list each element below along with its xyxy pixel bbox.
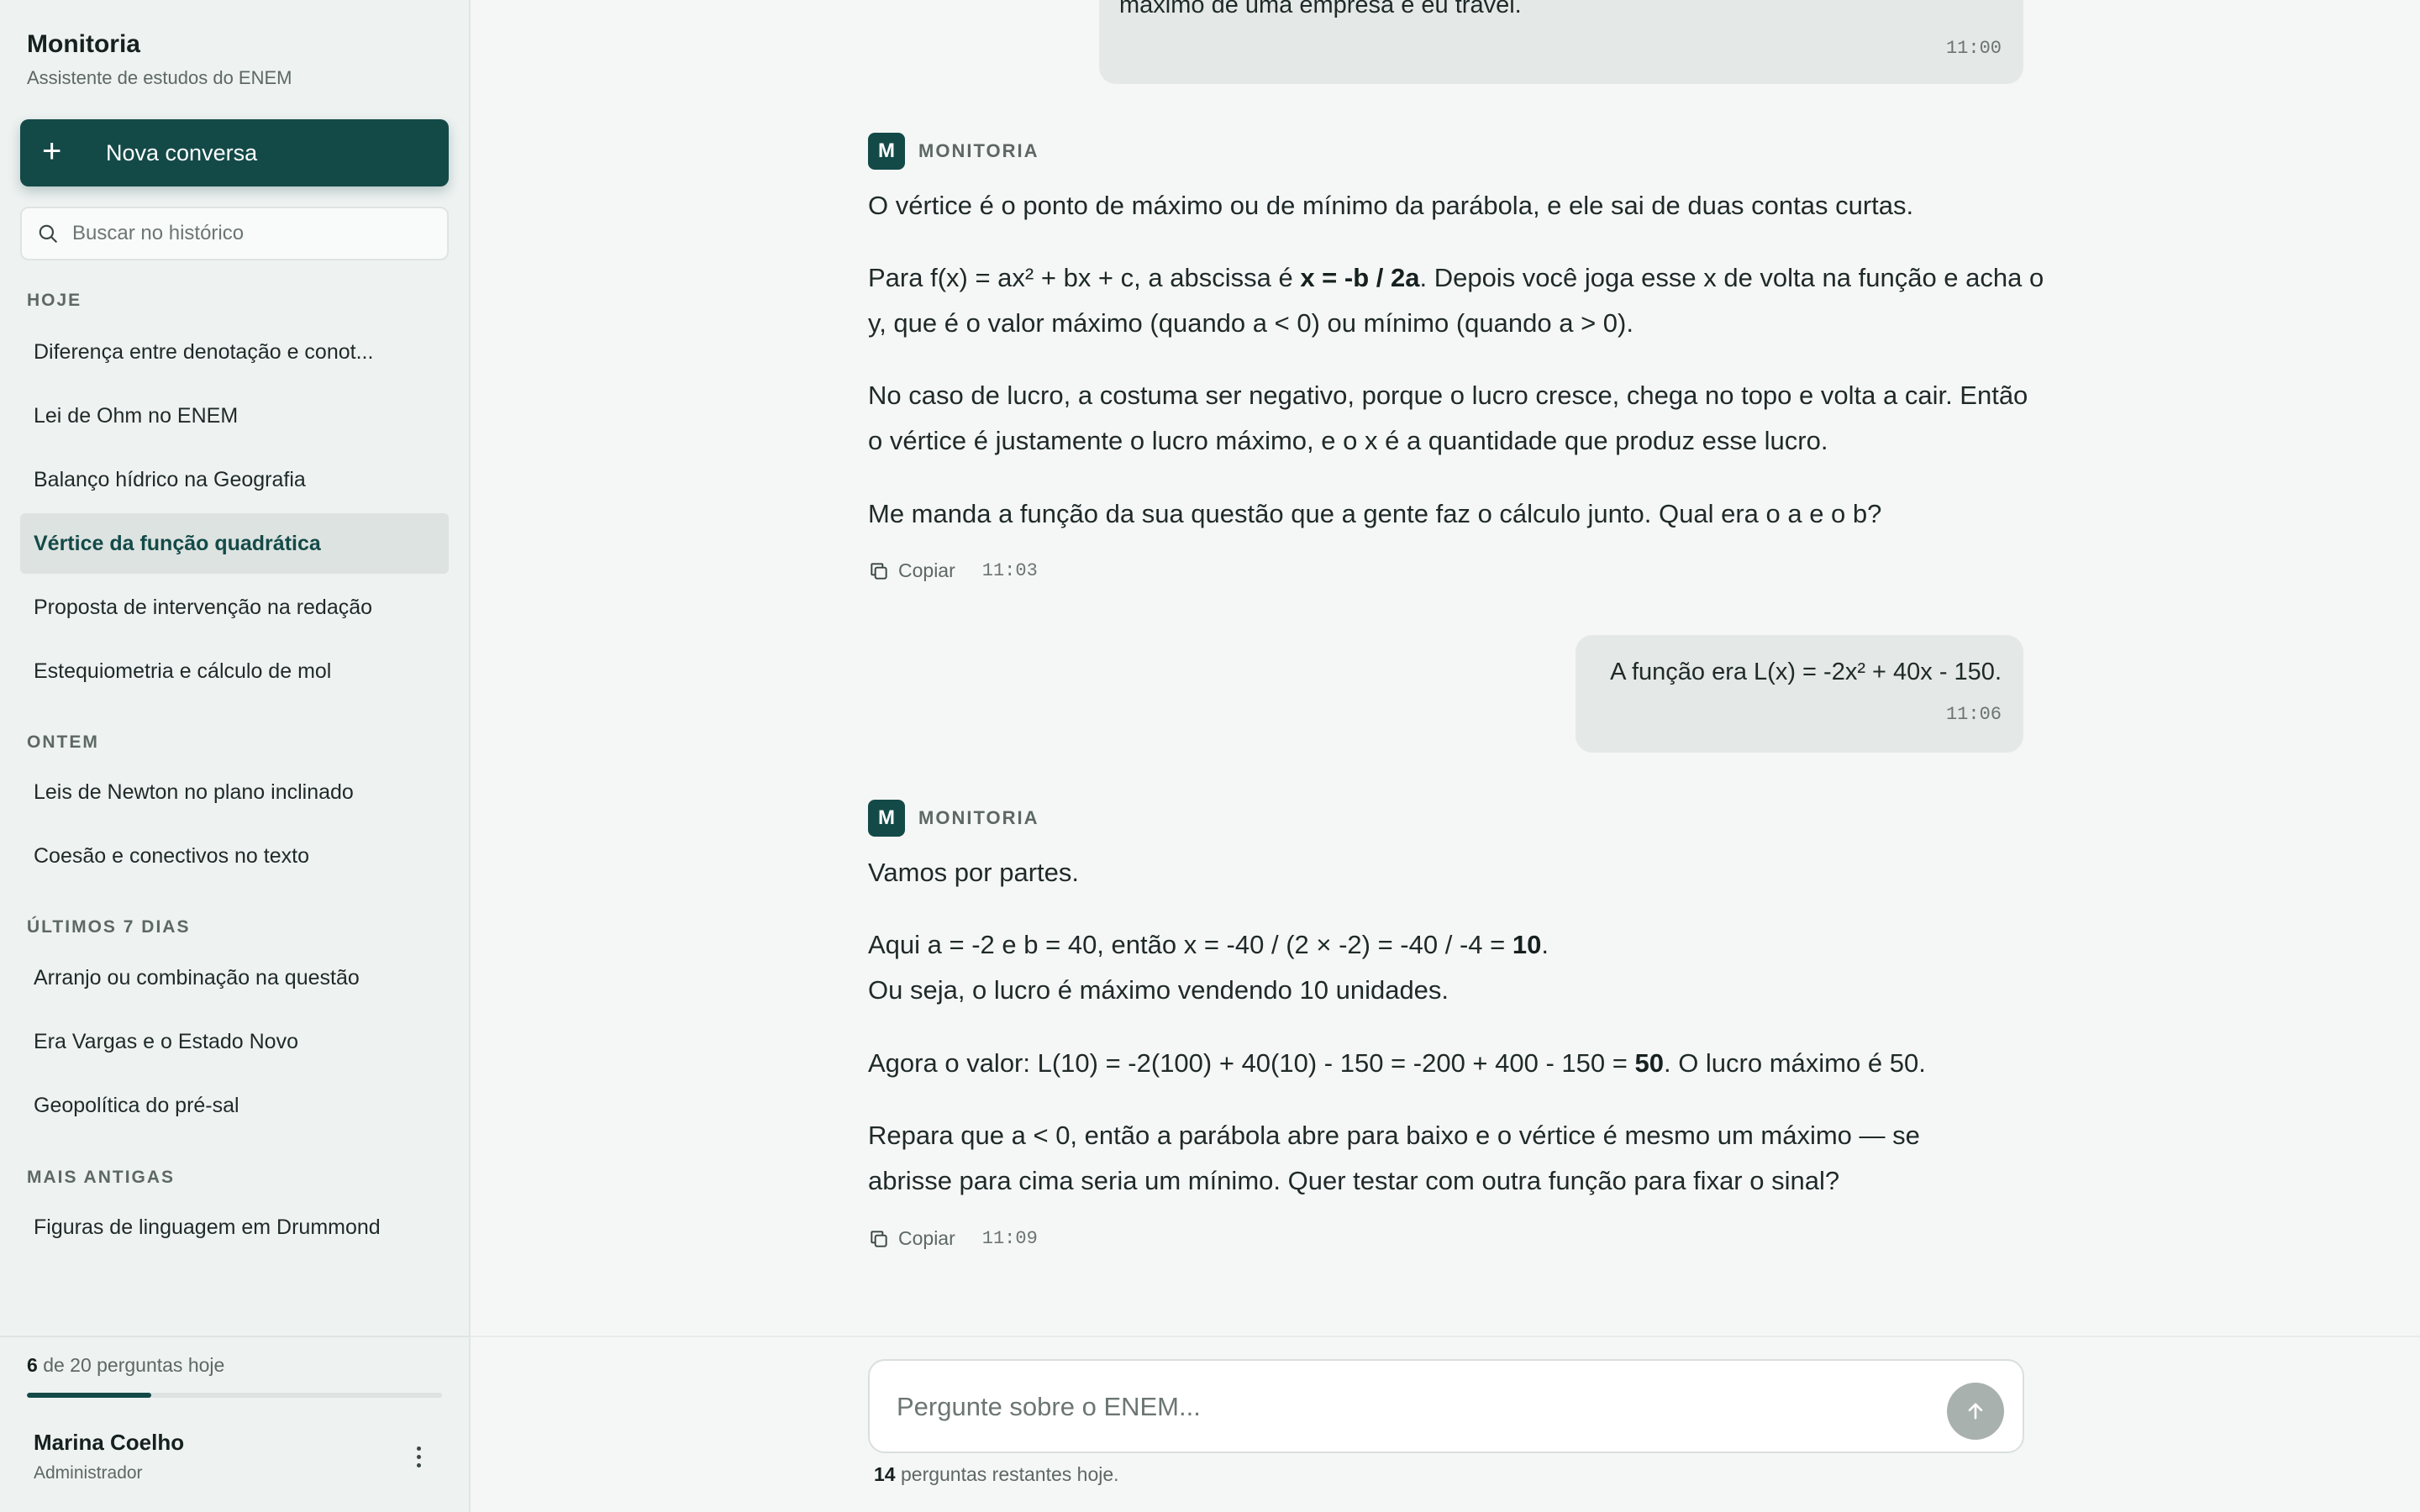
- paragraph-text: Para f(x) = ax² + bx + c, a abscissa é: [868, 263, 1301, 292]
- history-item[interactable]: Leis de Newton no plano inclinado: [20, 762, 449, 822]
- remaining-questions: 14 perguntas restantes hoje.: [874, 1463, 1119, 1486]
- message-input[interactable]: [897, 1386, 1905, 1428]
- history-item[interactable]: Arranjo ou combinação na questão: [20, 948, 449, 1008]
- app-subtitle: Assistente de estudos do ENEM: [27, 67, 292, 88]
- history-item-active[interactable]: Vértice da função quadrática: [20, 513, 449, 574]
- assistant-avatar: M: [868, 800, 905, 837]
- user-message-text: máximo de uma empresa e eu travei.: [1119, 0, 1522, 18]
- assistant-paragraph: Vamos por partes.: [868, 850, 2044, 895]
- emphasis-text: 50: [1634, 1048, 1664, 1078]
- new-chat-label: Nova conversa: [106, 139, 258, 165]
- quota-label: de 20 perguntas hoje: [43, 1354, 225, 1376]
- message-time: 11:03: [981, 560, 1038, 581]
- history-item[interactable]: Lei de Ohm no ENEM: [20, 386, 449, 446]
- arrow-up-icon: [1968, 1403, 1983, 1420]
- assistant-paragraph: Para f(x) = ax² + bx + c, a abscissa é x…: [868, 255, 2044, 346]
- quota-progress-bar: [27, 1393, 442, 1398]
- new-chat-button[interactable]: + Nova conversa: [20, 119, 449, 186]
- assistant-paragraph: No caso de lucro, a costuma ser negativo…: [868, 373, 2044, 464]
- assistant-paragraph: Agora o valor: L(10) = -2(100) + 40(10) …: [868, 1041, 2044, 1086]
- assistant-paragraph: O vértice é o ponto de máximo ou de míni…: [868, 183, 2044, 228]
- composer: [868, 1359, 2024, 1453]
- paragraph-text: Repara que a < 0, então a parábola abre …: [868, 1121, 1920, 1195]
- paragraph-text: Aqui a = -2 e b = 40, então x = -40 / (2…: [868, 930, 1512, 959]
- search-icon: [39, 224, 57, 243]
- paragraph-text: Vamos por partes.: [868, 858, 1079, 887]
- paragraph-text: . O lucro máximo é 50.: [1663, 1048, 1926, 1078]
- section-heading-last-7-days: ÚLTIMOS 7 DIAS: [27, 917, 191, 937]
- kebab-icon[interactable]: [405, 1436, 432, 1477]
- message-time: 11:09: [981, 1228, 1038, 1249]
- quota-progress-fill: [27, 1393, 152, 1398]
- paragraph-text: No caso de lucro, a costuma ser negativo…: [868, 381, 2028, 455]
- app-title: Monitoria: [27, 30, 140, 58]
- section-heading-today: HOJE: [27, 291, 82, 310]
- history-item[interactable]: Figuras de linguagem em Drummond: [20, 1197, 449, 1257]
- history-search: [20, 207, 449, 260]
- search-input[interactable]: [72, 222, 434, 245]
- assistant-paragraph: Repara que a < 0, então a parábola abre …: [868, 1113, 1927, 1204]
- quota-used: 6: [27, 1354, 38, 1376]
- user-message-text: A função era L(x) = -2x² + 40x - 150.: [1610, 659, 2002, 685]
- emphasis-text: x = -b / 2a: [1300, 263, 1420, 292]
- paragraph-text: Me manda a função da sua questão que a g…: [868, 499, 1882, 528]
- sidebar-footer: 6 de 20 perguntas hoje Marina Coelho Adm…: [0, 1336, 469, 1512]
- assistant-header: M MONITORIA: [868, 800, 1039, 837]
- history-item[interactable]: Coesão e conectivos no texto: [20, 826, 449, 886]
- assistant-avatar: M: [868, 133, 905, 170]
- user-message: máximo de uma empresa e eu travei. 11:00: [1099, 0, 2023, 84]
- assistant-name: MONITORIA: [918, 807, 1039, 828]
- message-time: 11:06: [1945, 704, 2002, 725]
- remaining-label: perguntas restantes hoje.: [900, 1463, 1119, 1485]
- copy-icon: [871, 562, 887, 580]
- plus-icon: +: [42, 133, 62, 170]
- copy-label: Copiar: [898, 1227, 955, 1249]
- composer-area: 14 perguntas restantes hoje.: [471, 1336, 2420, 1512]
- history-item[interactable]: Era Vargas e o Estado Novo: [20, 1011, 449, 1072]
- user-message: A função era L(x) = -2x² + 40x - 150. 11…: [1576, 635, 2023, 753]
- message-actions: Copiar 11:09: [868, 1227, 1038, 1250]
- assistant-paragraph: Me manda a função da sua questão que a g…: [868, 491, 2044, 537]
- history-item[interactable]: Diferença entre denotação e conot...: [20, 322, 449, 382]
- section-heading-yesterday: ONTEM: [27, 732, 99, 752]
- sidebar: Monitoria Assistente de estudos do ENEM …: [0, 0, 471, 1512]
- paragraph-text: O vértice é o ponto de máximo ou de míni…: [868, 191, 1914, 220]
- user-name: Marina Coelho: [34, 1430, 185, 1455]
- chat-area: máximo de uma empresa e eu travei. 11:00…: [471, 0, 2420, 1512]
- message-actions: Copiar 11:03: [868, 559, 1038, 582]
- assistant-name: MONITORIA: [918, 140, 1039, 161]
- history-item[interactable]: Balanço hídrico na Geografia: [20, 449, 449, 510]
- emphasis-text: 10: [1512, 930, 1542, 959]
- remaining-count: 14: [874, 1463, 896, 1485]
- send-button[interactable]: [1947, 1383, 2004, 1440]
- history-item[interactable]: Estequiometria e cálculo de mol: [20, 641, 449, 701]
- section-heading-older: MAIS ANTIGAS: [27, 1168, 176, 1187]
- assistant-paragraph: Aqui a = -2 e b = 40, então x = -40 / (2…: [868, 922, 1557, 1013]
- user-role: Administrador: [34, 1463, 143, 1483]
- copy-icon: [871, 1230, 887, 1247]
- history-item[interactable]: Geopolítica do pré-sal: [20, 1075, 449, 1136]
- paragraph-text: Agora o valor: L(10) = -2(100) + 40(10) …: [868, 1048, 1635, 1078]
- assistant-header: M MONITORIA: [868, 133, 1039, 170]
- copy-button[interactable]: Copiar: [868, 559, 955, 582]
- copy-button[interactable]: Copiar: [868, 1227, 955, 1250]
- quota-text: 6 de 20 perguntas hoje: [27, 1354, 224, 1377]
- copy-label: Copiar: [898, 559, 955, 581]
- message-time: 11:00: [1945, 38, 2002, 59]
- history-item[interactable]: Proposta de intervenção na redação: [20, 577, 449, 638]
